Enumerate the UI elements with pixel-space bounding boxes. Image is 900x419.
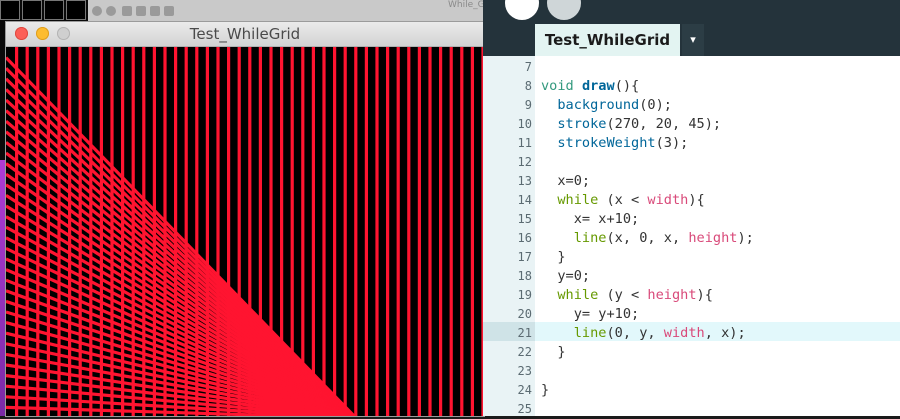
line-number: 10 [517, 117, 532, 131]
background-window-title: While_Grid | Processing 3.0b5 [448, 0, 483, 10]
stop-button[interactable] [547, 0, 581, 20]
line-number: 13 [517, 174, 532, 188]
line-number: 21 [517, 326, 532, 340]
line-number: 15 [517, 212, 532, 226]
code-editor: Test_WhileGrid ▾ 7 8 void draw(){ 9 backgro… [483, 0, 900, 416]
code-line[interactable]: strokeWeight(3); [541, 134, 688, 153]
code-line[interactable]: line(0, y, width, x); [541, 324, 746, 343]
code-line[interactable]: x= x+10; [541, 210, 639, 229]
code-line[interactable]: } [541, 381, 549, 400]
code-line[interactable]: line(x, 0, x, height); [541, 229, 754, 248]
toolbar-square-icon [66, 0, 86, 20]
code-line[interactable]: } [541, 248, 565, 267]
line-number: 14 [517, 193, 532, 207]
code-line[interactable]: y= y+10; [541, 305, 639, 324]
line-number: 19 [517, 288, 532, 302]
code-line[interactable]: stroke(270, 20, 45); [541, 115, 721, 134]
code-line[interactable]: void draw(){ [541, 77, 639, 96]
line-number: 22 [517, 345, 532, 359]
code-line[interactable]: y=0; [541, 267, 590, 286]
line-number: 12 [517, 155, 532, 169]
line-number: 16 [517, 231, 532, 245]
sketch-window-titlebar[interactable]: Test_WhileGrid [6, 22, 484, 47]
code-line[interactable]: while (x < width){ [541, 191, 704, 210]
sketch-canvas [6, 47, 484, 416]
line-number: 18 [517, 269, 532, 283]
tab-test-whilegrid[interactable]: Test_WhileGrid [535, 24, 680, 56]
line-number: 11 [517, 136, 532, 150]
line-number: 23 [517, 364, 532, 378]
sketch-window: Test_WhileGrid [6, 22, 484, 416]
export-icon[interactable] [164, 6, 174, 16]
sketch-window-title: Test_WhileGrid [189, 25, 301, 43]
line-number: 7 [524, 60, 532, 74]
toolbar-square-icon [0, 0, 20, 20]
new-file-icon[interactable] [122, 6, 132, 16]
stop-icon[interactable] [106, 6, 116, 16]
toolbar-square-icon [44, 0, 64, 20]
background-window-titlebar: While_Grid | Processing 3.0b5 [88, 0, 483, 23]
code-line[interactable]: background(0); [541, 96, 672, 115]
toolbar-square-icon [22, 0, 42, 20]
code-line[interactable]: while (y < height){ [541, 286, 713, 305]
open-file-icon[interactable] [136, 6, 146, 16]
run-button[interactable] [505, 0, 539, 20]
line-number: 9 [524, 98, 532, 112]
code-line[interactable]: x=0; [541, 172, 590, 191]
line-number: 20 [517, 307, 532, 321]
editor-header: Test_WhileGrid ▾ [483, 0, 900, 56]
play-icon[interactable] [92, 6, 102, 16]
tab-menu-icon[interactable]: ▾ [682, 24, 704, 56]
line-number: 17 [517, 250, 532, 264]
save-file-icon[interactable] [150, 6, 160, 16]
code-line[interactable]: } [541, 343, 565, 362]
line-number: 25 [517, 402, 532, 416]
line-number: 8 [524, 79, 532, 93]
line-number: 24 [517, 383, 532, 397]
